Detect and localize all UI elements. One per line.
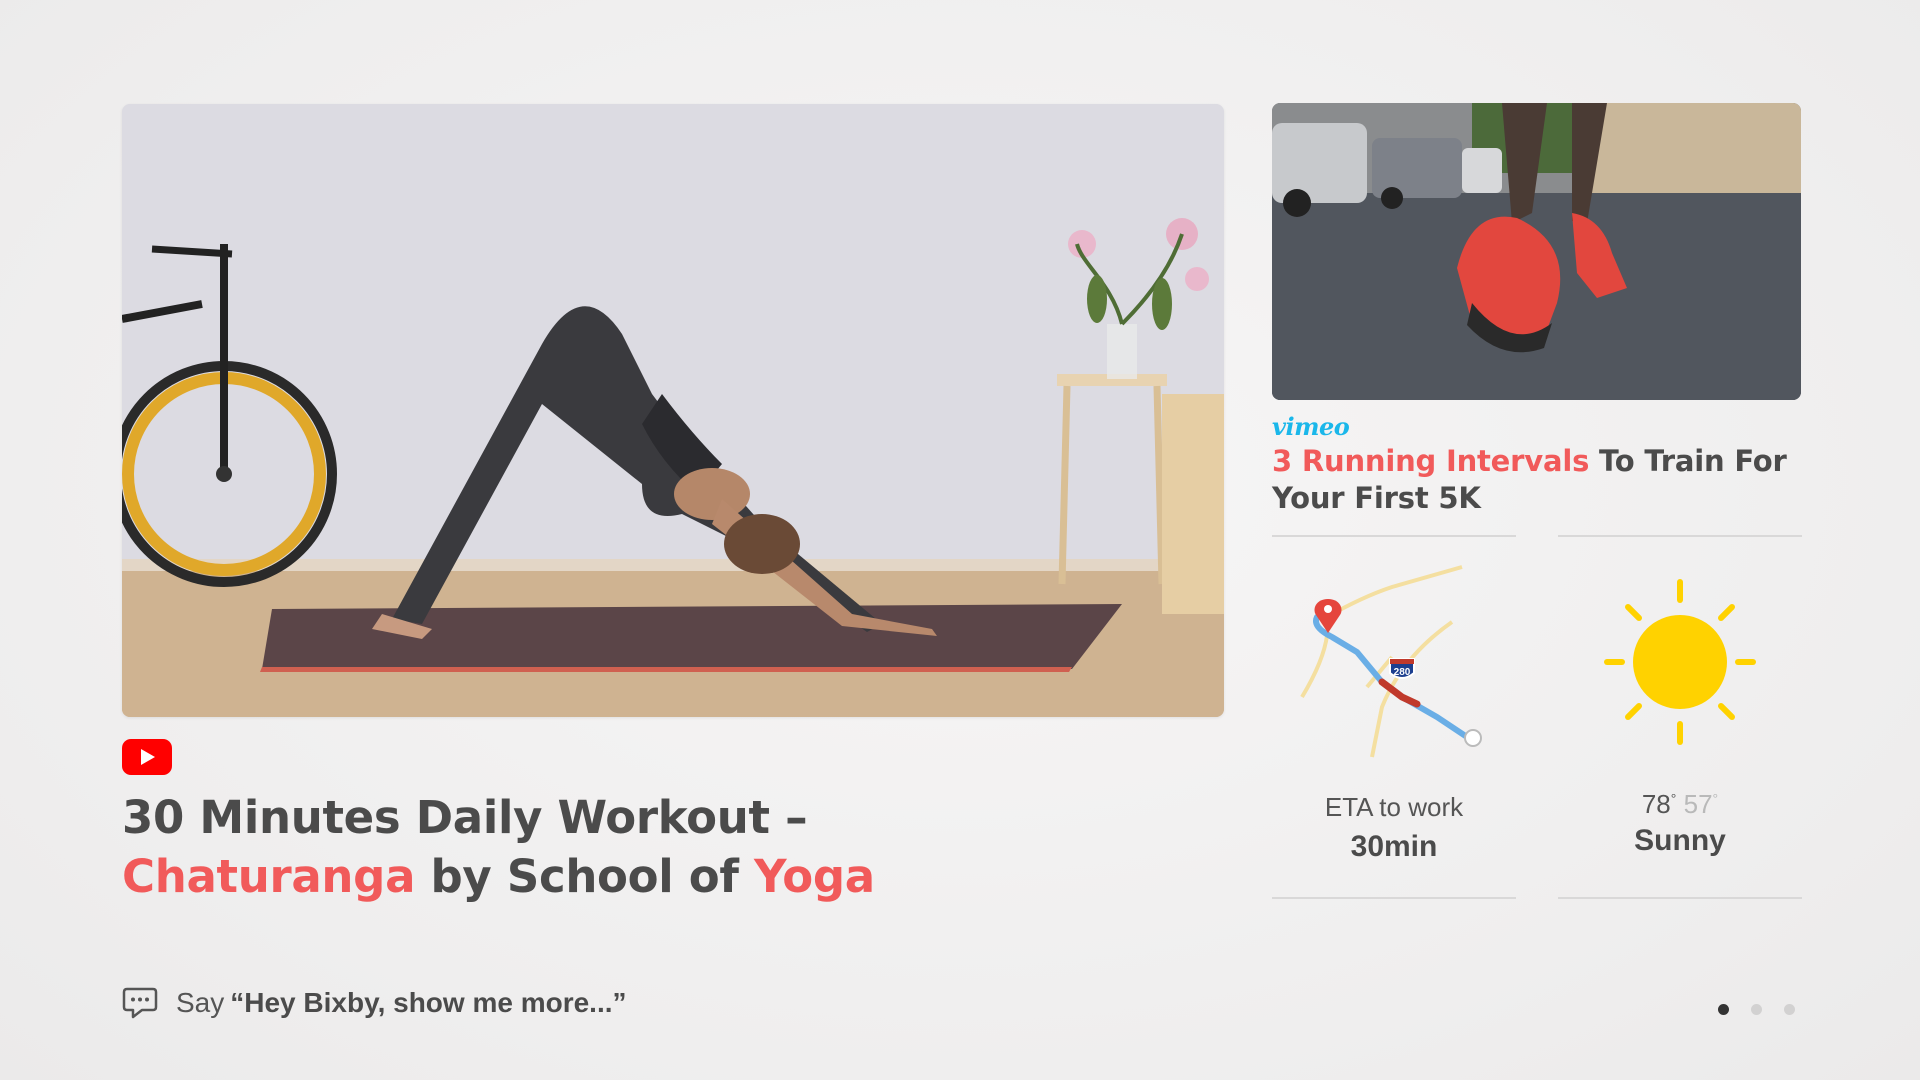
home-screen: 30 Minutes Daily Workout – Chaturanga by…	[0, 0, 1920, 1080]
degree-symbol: °	[1670, 790, 1677, 807]
chat-bubble-icon	[122, 987, 158, 1019]
commute-map-icon: 280	[1300, 565, 1482, 758]
eta-widget[interactable]: 280 ETA to work 30min	[1272, 535, 1516, 899]
vimeo-logo: vimeo	[1272, 412, 1350, 441]
eta-label: ETA to work	[1324, 792, 1464, 822]
page-dot[interactable]	[1751, 1004, 1762, 1015]
secondary-video-thumbnail[interactable]	[1272, 103, 1801, 400]
featured-video-title[interactable]: 30 Minutes Daily Workout – Chaturanga by…	[122, 788, 1224, 906]
voice-hint: Say “Hey Bixby, show me more...”	[122, 986, 627, 1020]
page-indicator	[1718, 1004, 1795, 1015]
title-text: 30 Minutes Daily Workout –	[122, 791, 808, 844]
yoga-scene-illustration	[122, 104, 1224, 717]
title-accent: Chaturanga	[122, 850, 416, 903]
temperature-low: 57	[1683, 789, 1713, 819]
page-dot[interactable]	[1784, 1004, 1795, 1015]
secondary-video-card[interactable]: vimeo 3 Running Intervals To Train For Y…	[1272, 103, 1801, 517]
title-accent: Yoga	[754, 850, 875, 903]
title-text: by School of	[415, 850, 755, 903]
secondary-video-title[interactable]: 3 Running Intervals To Train For Your Fi…	[1272, 443, 1801, 517]
page-dot-active[interactable]	[1718, 1004, 1729, 1015]
running-scene-illustration	[1272, 103, 1801, 400]
hint-prefix: Say	[176, 987, 225, 1018]
weather-condition: Sunny	[1634, 824, 1726, 857]
temperature-range: 78° 57°	[1558, 789, 1802, 820]
title-accent: 3 Running Intervals	[1272, 444, 1590, 478]
temperature-high: 78	[1641, 789, 1671, 819]
highway-shield-label: 280	[1394, 667, 1411, 678]
weather-widget[interactable]: 78° 57° Sunny	[1558, 535, 1802, 899]
hint-phrase: “Hey Bixby, show me more...”	[230, 987, 627, 1018]
featured-video-card[interactable]: 30 Minutes Daily Workout – Chaturanga by…	[122, 104, 1224, 906]
youtube-icon	[122, 739, 172, 775]
sun-icon	[1604, 579, 1756, 745]
eta-value: 30min	[1350, 830, 1438, 863]
degree-symbol: °	[1712, 790, 1719, 807]
featured-video-thumbnail[interactable]	[122, 104, 1224, 717]
